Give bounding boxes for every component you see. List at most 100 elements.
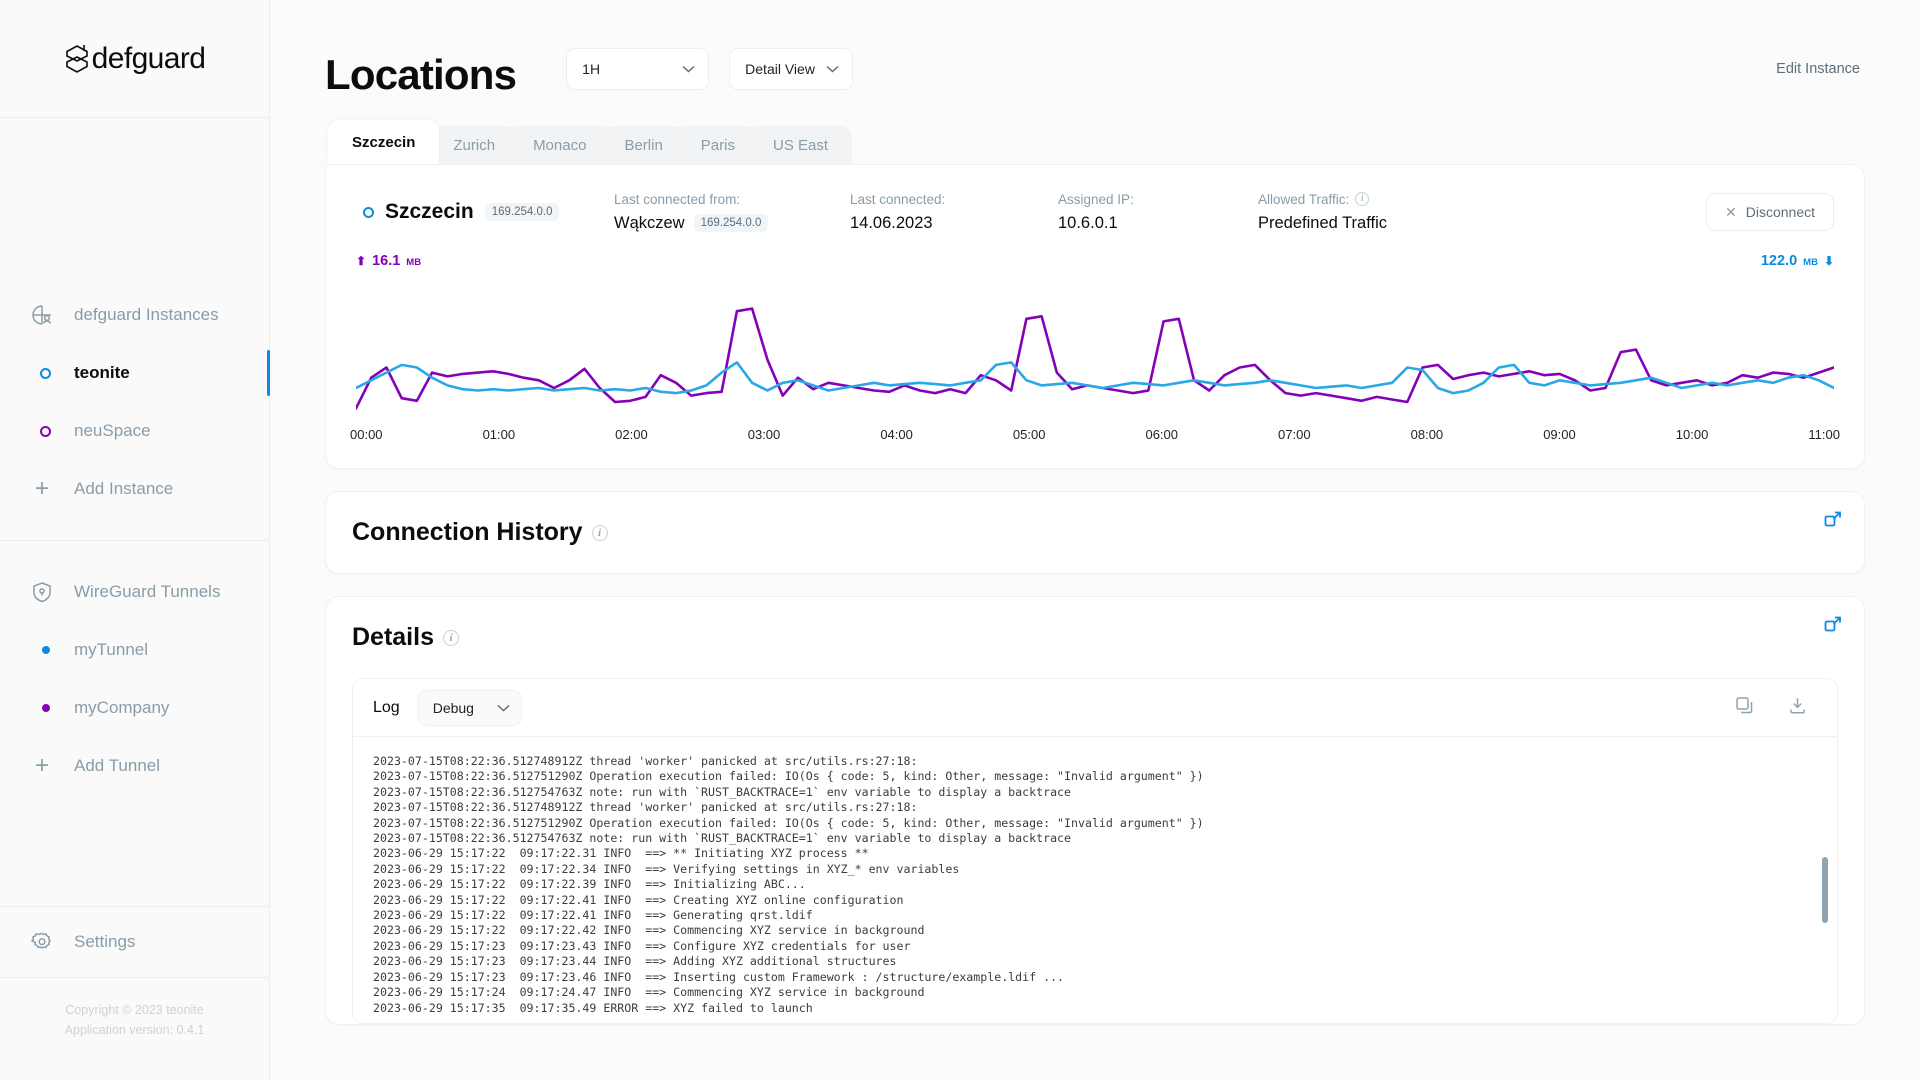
upload-value: 16.1 (372, 253, 401, 269)
x-tick-label: 06:00 (1145, 427, 1179, 442)
location-detail-card: Szczecin 169.254.0.0 Last connected from… (325, 164, 1865, 469)
x-tick-label: 03:00 (747, 427, 781, 442)
plus-icon: + (34, 475, 49, 502)
section-title-text: Connection History (352, 518, 583, 546)
sidebar-item-mycompany[interactable]: myCompany (0, 679, 269, 737)
plus-icon: + (34, 752, 49, 779)
x-tick-label: 05:00 (1012, 427, 1046, 442)
sidebar-item-label: Add Tunnel (74, 756, 161, 775)
log-output-text: 2023-07-15T08:22:36.512748912Z thread 'w… (373, 754, 1204, 1015)
tab-zurich[interactable]: Zurich (429, 126, 520, 164)
download-stat: 122.0 MB ⬇ (1761, 253, 1834, 269)
meta-value: Wąkczew (614, 213, 685, 232)
log-output-box[interactable]: 2023-07-15T08:22:36.512748912Z thread 'w… (352, 736, 1838, 1024)
upload-arrow-icon: ⬆ (356, 254, 367, 268)
tab-szczecin[interactable]: Szczecin (328, 120, 440, 164)
connection-history-title: Connection History i (352, 518, 608, 547)
expand-connection-history-button[interactable] (1824, 510, 1842, 533)
log-scrollbar[interactable] (1822, 857, 1828, 923)
sidebar-item-label: defguard Instances (74, 305, 219, 324)
x-tick-label: 09:00 (1543, 427, 1576, 442)
chevron-down-icon (826, 65, 839, 73)
disconnect-label: Disconnect (1745, 204, 1815, 220)
x-tick-label: 00:00 (350, 427, 383, 442)
page-title: Locations (325, 51, 517, 98)
sidebar-item-defguard-instances[interactable]: defguard Instances (0, 286, 269, 344)
upload-unit: MB (406, 257, 422, 268)
location-tabs: Szczecin Zurich Monaco Berlin Paris US E… (325, 120, 1865, 164)
tab-monaco[interactable]: Monaco (509, 126, 611, 164)
main-content: Locations 1H Detail View Edit Instance S… (270, 0, 1920, 1080)
chart-line-upload (356, 309, 1834, 409)
info-icon[interactable]: i (591, 524, 608, 541)
copy-log-button[interactable] (1735, 696, 1754, 720)
disconnect-button[interactable]: ✕ Disconnect (1706, 193, 1834, 231)
info-icon[interactable]: i (442, 629, 459, 646)
defguard-logo-icon (65, 44, 88, 73)
x-tick-label: 10:00 (1675, 427, 1709, 442)
sidebar-item-label: Add Instance (74, 479, 174, 498)
tab-berlin[interactable]: Berlin (600, 126, 687, 164)
copyright-text: Copyright © 2023 teonite (65, 1003, 204, 1017)
sidebar-item-label: teonite (74, 363, 130, 382)
meta-label: Last connected: (850, 191, 946, 207)
sidebar-item-settings[interactable]: Settings (0, 907, 269, 977)
meta-last-connected-from: Last connected from: Wąkczew 169.254.0.0 (614, 192, 850, 233)
download-value: 122.0 (1760, 253, 1798, 269)
x-tick-label: 04:00 (880, 427, 913, 442)
connection-history-card: Connection History i (325, 491, 1865, 574)
expand-icon (1824, 511, 1841, 527)
sidebar-item-teonite[interactable]: teonite (0, 344, 270, 402)
sidebar-item-wireguard-tunnels[interactable]: WireGuard Tunnels (0, 563, 269, 621)
time-range-value: 1H (582, 61, 601, 77)
traffic-chart (326, 269, 1864, 419)
close-icon: ✕ (1725, 203, 1737, 220)
logo-text: defguard (91, 41, 206, 75)
chevron-down-icon (682, 65, 695, 73)
sidebar-item-label: WireGuard Tunnels (74, 582, 221, 601)
logo: defguard (0, 0, 269, 118)
meta-value: 10.6.0.1 (1058, 213, 1118, 232)
status-dot-icon (30, 696, 54, 720)
sidebar-item-neuspace[interactable]: neuSpace (0, 402, 269, 460)
view-mode-select[interactable]: Detail View (729, 48, 854, 90)
x-tick-label: 01:00 (482, 427, 516, 442)
download-arrow-icon: ⬇ (1823, 254, 1834, 268)
sidebar-item-label: myTunnel (74, 640, 149, 659)
details-title: Details i (352, 623, 459, 652)
edit-instance-button[interactable]: Edit Instance (1776, 61, 1865, 77)
expand-details-button[interactable] (1824, 615, 1842, 638)
sidebar-item-add-tunnel[interactable]: + Add Tunnel (0, 737, 269, 795)
meta-value: 14.06.2023 (850, 213, 933, 232)
meta-value-group: Wąkczew 169.254.0.0 (614, 214, 850, 233)
meta-value: Predefined Traffic (1258, 213, 1388, 232)
location-ip-pill: 169.254.0.0 (484, 203, 560, 221)
upload-stat: ⬆ 16.1 MB (356, 253, 421, 269)
sidebar-item-add-instance[interactable]: + Add Instance (0, 460, 269, 518)
meta-label: Allowed Traffic: i (1258, 192, 1498, 207)
chart-line-download (356, 362, 1834, 393)
section-title-text: Details (352, 623, 434, 651)
connection-status-icon (363, 206, 374, 218)
meta-label: Assigned IP: (1058, 191, 1134, 207)
tab-paris[interactable]: Paris (676, 126, 759, 164)
sidebar-item-mytunnel[interactable]: myTunnel (0, 621, 269, 679)
download-log-button[interactable] (1788, 696, 1807, 720)
time-range-select[interactable]: 1H (566, 48, 710, 90)
log-level-select[interactable]: Debug (417, 689, 522, 726)
meta-allowed-traffic: Allowed Traffic: i Predefined Traffic (1258, 192, 1498, 233)
tab-us-east[interactable]: US East (748, 126, 853, 164)
view-mode-value: Detail View (745, 61, 815, 77)
sidebar-top-spacer (0, 118, 269, 286)
chart-stats: ⬆ 16.1 MB 122.0 MB ⬇ (326, 237, 1864, 269)
status-dot-icon (30, 638, 54, 662)
meta-label: Last connected from: (614, 191, 741, 207)
status-dot-icon (30, 419, 54, 443)
log-level-value: Debug (432, 699, 474, 716)
instances-icon (30, 303, 54, 327)
sidebar-footer: Copyright © 2023 teonite Application ver… (0, 978, 269, 1040)
info-icon[interactable]: i (1355, 192, 1370, 206)
meta-label-text: Allowed Traffic: (1258, 191, 1350, 207)
chart-x-axis: 00:00 01:00 02:00 03:00 04:00 05:00 06:00 07:00… (326, 419, 1864, 468)
